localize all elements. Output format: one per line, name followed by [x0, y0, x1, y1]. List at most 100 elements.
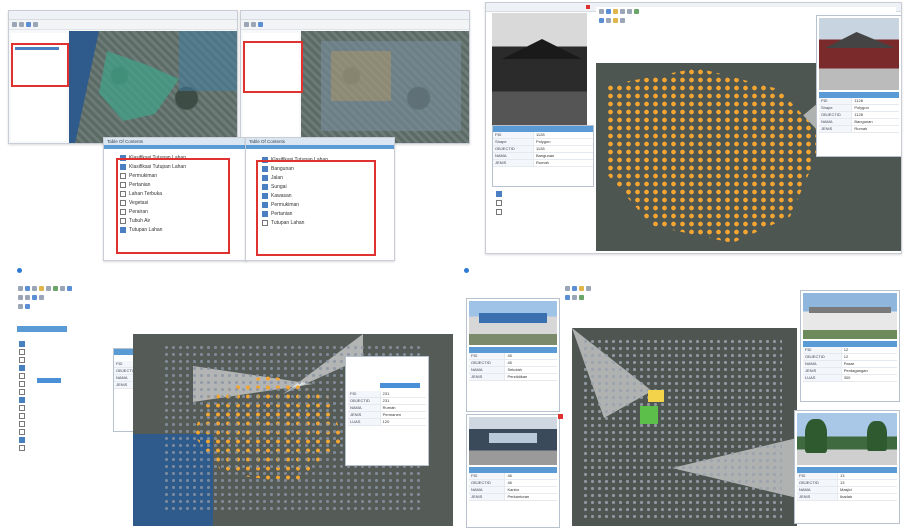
- tool-icon[interactable]: [565, 286, 570, 291]
- tool-icon[interactable]: [251, 22, 256, 27]
- map-view[interactable]: [572, 328, 797, 526]
- selected-building[interactable]: [648, 390, 664, 402]
- checkbox-icon[interactable]: [19, 413, 25, 419]
- toc-item[interactable]: [19, 348, 99, 356]
- tool-icon[interactable]: [26, 22, 31, 27]
- attribute-row: NAMA Masjid: [797, 487, 897, 494]
- tool-icon[interactable]: [60, 286, 65, 291]
- attr-key: FID: [348, 391, 381, 397]
- toc-item[interactable]: [496, 198, 586, 207]
- tool-icon[interactable]: [613, 9, 618, 14]
- classification-layer: [331, 51, 391, 101]
- map-view[interactable]: [301, 31, 469, 143]
- attr-key: OBJECTID: [348, 398, 381, 404]
- checkbox-icon[interactable]: [19, 405, 25, 411]
- attr-key: JENIS: [469, 494, 506, 500]
- checkbox-icon[interactable]: [19, 437, 25, 443]
- building-cluster: [606, 68, 825, 243]
- tool-icon[interactable]: [258, 22, 263, 27]
- tool-icon[interactable]: [18, 295, 23, 300]
- toc-item[interactable]: [19, 372, 99, 380]
- toc-item[interactable]: [19, 380, 99, 388]
- tool-icon[interactable]: [572, 295, 577, 300]
- selected-building[interactable]: [640, 406, 658, 424]
- tool-icon[interactable]: [18, 304, 23, 309]
- tool-icon[interactable]: [25, 286, 30, 291]
- close-icon[interactable]: [558, 414, 563, 419]
- attribute-row: Shape Polygon: [493, 139, 593, 146]
- toc-item[interactable]: [496, 189, 586, 198]
- tool-icon[interactable]: [12, 22, 17, 27]
- tool-icon[interactable]: [599, 9, 604, 14]
- tool-icon[interactable]: [39, 286, 44, 291]
- toc-item[interactable]: [19, 388, 99, 396]
- tool-icon[interactable]: [599, 18, 604, 23]
- checkbox-icon[interactable]: [19, 429, 25, 435]
- tool-icon[interactable]: [25, 304, 30, 309]
- tool-icon[interactable]: [627, 9, 632, 14]
- attr-key: NAMA: [469, 367, 506, 373]
- tool-icon[interactable]: [19, 22, 24, 27]
- toc-item[interactable]: [19, 404, 99, 412]
- tool-icon[interactable]: [620, 18, 625, 23]
- popup-table: FID 13 OBJECTID 13 NAMA Masjid JENIS Ibadah: [797, 467, 897, 501]
- tool-icon[interactable]: [32, 295, 37, 300]
- tool-icon[interactable]: [613, 18, 618, 23]
- tool-icon[interactable]: [606, 18, 611, 23]
- toc-item[interactable]: [19, 412, 99, 420]
- toc-item[interactable]: [19, 340, 99, 348]
- tool-icon[interactable]: [39, 295, 44, 300]
- tool-icon[interactable]: [606, 9, 611, 14]
- attr-key: FID: [797, 473, 838, 479]
- checkbox-icon[interactable]: [19, 397, 25, 403]
- panel-a: Table Of Contents Klasifikasi Tutupan La…: [8, 10, 470, 261]
- tool-icon[interactable]: [586, 286, 591, 291]
- checkbox-icon[interactable]: [496, 190, 502, 197]
- checkbox-icon[interactable]: [496, 199, 502, 206]
- checkbox-icon[interactable]: [19, 349, 25, 355]
- attribute-row: NAMA Bangunan: [493, 153, 593, 160]
- tool-icon[interactable]: [244, 22, 249, 27]
- tool-icon[interactable]: [634, 9, 639, 14]
- tool-icon[interactable]: [620, 9, 625, 14]
- tool-icon[interactable]: [579, 286, 584, 291]
- checkbox-icon[interactable]: [19, 373, 25, 379]
- tool-icon[interactable]: [32, 286, 37, 291]
- checkbox-icon[interactable]: [496, 208, 502, 215]
- toc-item[interactable]: [19, 356, 99, 364]
- menubar: [462, 276, 905, 283]
- popup-table: FID 231 OBJECTID 231 NAMA Rumah JENIS Perman…: [348, 391, 426, 426]
- tool-icon[interactable]: [33, 22, 38, 27]
- tool-icon[interactable]: [572, 286, 577, 291]
- attr-value: 12: [843, 354, 849, 359]
- tool-icon[interactable]: [565, 295, 570, 300]
- app-icon: [17, 268, 22, 273]
- toc-item[interactable]: [19, 444, 99, 452]
- tree-shape: [867, 421, 887, 451]
- checkbox-icon[interactable]: [19, 445, 25, 451]
- toc-item[interactable]: [19, 420, 99, 428]
- checkbox-icon[interactable]: [19, 389, 25, 395]
- tool-icon[interactable]: [53, 286, 58, 291]
- attribute-row: OBJECTID 45: [469, 360, 557, 367]
- attr-value: 1128: [536, 132, 545, 137]
- tool-icon[interactable]: [46, 286, 51, 291]
- checkbox-icon[interactable]: [19, 365, 25, 371]
- checkbox-icon[interactable]: [19, 381, 25, 387]
- toc-item[interactable]: [19, 396, 99, 404]
- toc-item[interactable]: [19, 364, 99, 372]
- tool-icon[interactable]: [67, 286, 72, 291]
- tool-icon[interactable]: [579, 295, 584, 300]
- attr-value: 1128: [854, 112, 863, 117]
- checkbox-icon[interactable]: [19, 341, 25, 347]
- toc-item[interactable]: [496, 207, 586, 216]
- checkbox-icon[interactable]: [19, 357, 25, 363]
- toc-item[interactable]: [19, 428, 99, 436]
- close-icon[interactable]: [586, 5, 590, 9]
- tool-icon[interactable]: [25, 295, 30, 300]
- highlight-box: [256, 160, 376, 256]
- checkbox-icon[interactable]: [19, 421, 25, 427]
- toc-item[interactable]: [19, 436, 99, 444]
- tool-icon[interactable]: [18, 286, 23, 291]
- map-view[interactable]: [69, 31, 237, 143]
